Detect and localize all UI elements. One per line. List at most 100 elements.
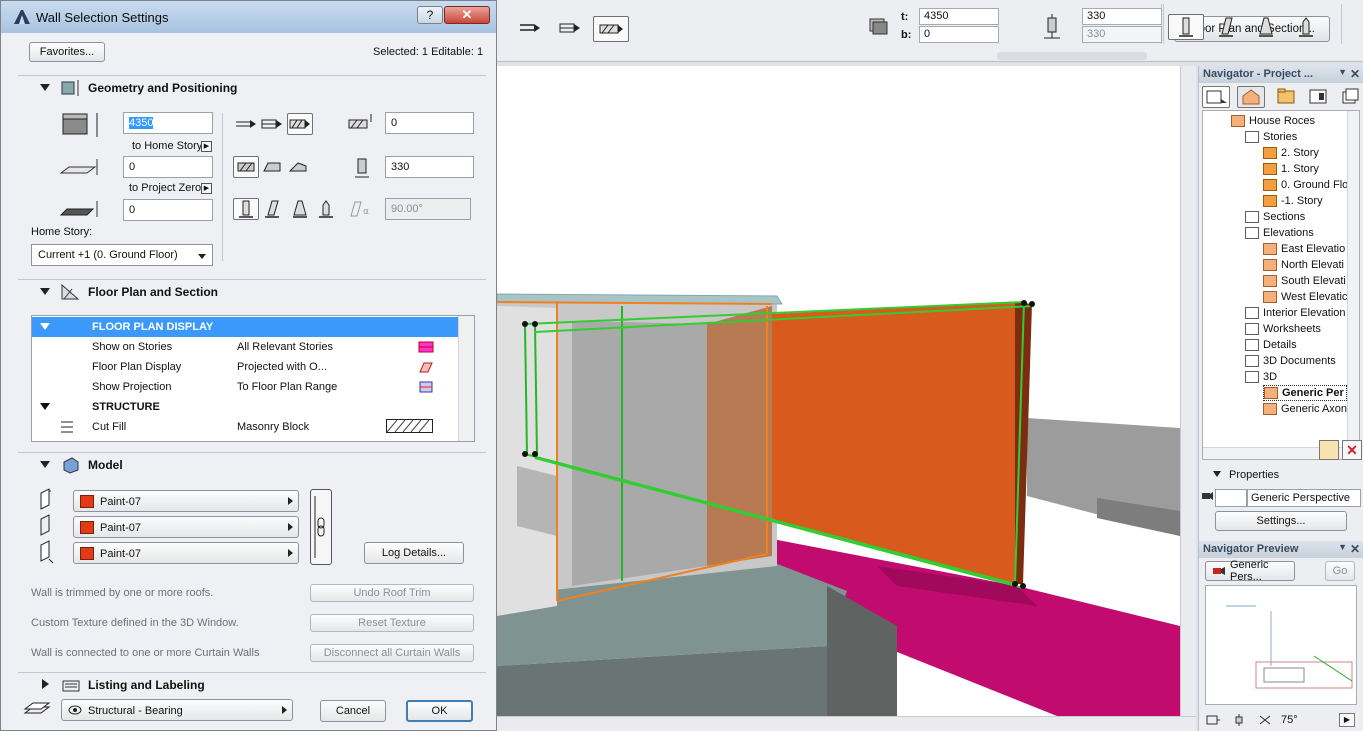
project-map-tree[interactable]: House Roces Stories 2. Story 1. Story 0.… [1202, 110, 1360, 460]
viewport-horizontal-scrollbar[interactable] [497, 716, 1196, 731]
table-row[interactable]: Show Projection To Floor Plan Range [32, 377, 458, 397]
table-row[interactable]: FLOOR PLAN DISPLAY [32, 317, 458, 337]
3d-viewport[interactable] [497, 66, 1180, 716]
table-row[interactable]: Show on Stories All Relevant Stories [32, 337, 458, 357]
structure-vertical-icon[interactable] [1168, 14, 1204, 40]
structure-double-slanted-icon[interactable] [1248, 14, 1284, 40]
cancel-button[interactable]: Cancel [320, 700, 386, 722]
tree-node-elevations[interactable]: Elevations [1245, 225, 1314, 241]
paint-dropdown-opposite[interactable]: Paint-07 [73, 542, 299, 564]
tree-node-elevation[interactable]: West Elevatic [1263, 289, 1347, 305]
collapse-triangle-icon[interactable] [40, 84, 50, 91]
table-row[interactable]: STRUCTURE [32, 397, 458, 417]
help-button[interactable]: ? [417, 6, 443, 24]
camera-angle-icon[interactable] [1257, 713, 1273, 727]
new-view-icon[interactable] [1319, 440, 1339, 460]
ref-line-chain-icon[interactable] [259, 113, 285, 135]
tree-node-story[interactable]: 0. Ground Flo [1263, 177, 1348, 193]
tree-node-elevation[interactable]: South Elevati [1263, 273, 1346, 289]
wall-slanted-icon[interactable] [259, 198, 285, 220]
exposure-icon[interactable] [1231, 713, 1247, 727]
collapse-triangle-icon[interactable] [40, 461, 50, 468]
ref-offset-input[interactable]: 0 [385, 112, 474, 134]
play-icon[interactable]: ▶ [1339, 713, 1355, 727]
table-scrollbar[interactable] [458, 316, 474, 441]
geometry-method-rect-icon[interactable] [593, 16, 629, 42]
tree-node-details[interactable]: Details [1245, 337, 1297, 353]
wall-skin-trapezoid-icon[interactable] [259, 156, 285, 178]
tree-node-3d[interactable]: 3D [1245, 369, 1277, 385]
geometry-method-straight-icon[interactable] [512, 15, 548, 41]
delete-view-icon[interactable]: ✕ [1342, 440, 1362, 460]
wall-profile-icon[interactable] [313, 198, 339, 220]
paint-dropdown-edge[interactable]: Paint-07 [73, 516, 299, 538]
dialog-titlebar[interactable]: Wall Selection Settings ? ✕ [1, 1, 496, 33]
top-height-field[interactable]: 4350 [919, 8, 999, 25]
toolbar-scrollbar[interactable] [997, 52, 1147, 60]
layer-dropdown[interactable]: Structural - Bearing [61, 699, 293, 721]
project-map-icon[interactable] [1237, 86, 1265, 108]
section-model[interactable]: Model [18, 452, 486, 476]
tree-node-generic-perspective[interactable]: Generic Per [1263, 385, 1347, 401]
tree-node-3d-documents[interactable]: 3D Documents [1245, 353, 1336, 369]
collapse-triangle-icon[interactable] [40, 288, 50, 295]
wall-skin-full-icon[interactable] [233, 156, 259, 178]
expand-triangle-icon[interactable] [42, 679, 49, 689]
ref-line-rect-icon[interactable] [287, 113, 313, 135]
navigator-preview-canvas[interactable] [1205, 585, 1357, 705]
tree-node-story[interactable]: 1. Story [1263, 161, 1319, 177]
section-listing-labeling[interactable]: Listing and Labeling [18, 672, 486, 696]
tree-node-story[interactable]: -1. Story [1263, 193, 1323, 209]
navigator-popup-icon[interactable] [1202, 86, 1230, 108]
bottom-height-field[interactable]: 0 [919, 26, 999, 43]
navigator-title[interactable]: Navigator - Project ... ▼ ✕ [1199, 66, 1363, 83]
section-floor-plan[interactable]: Floor Plan and Section [18, 279, 486, 303]
view-name-input[interactable]: Generic Perspective [1247, 489, 1361, 507]
zoom-icon[interactable] [1205, 713, 1221, 727]
publisher-sets-icon[interactable] [1339, 86, 1361, 108]
wall-double-slanted-icon[interactable] [287, 198, 313, 220]
project-zero-arrow-icon[interactable]: ▶ [201, 183, 212, 194]
top-height-input[interactable]: 4350 [123, 112, 213, 134]
viewport-vertical-scrollbar[interactable] [1180, 66, 1196, 716]
wall-skin-polygon-icon[interactable] [285, 156, 311, 178]
settings-button[interactable]: Settings... [1215, 511, 1347, 531]
tree-node-interior-elevation[interactable]: Interior Elevation [1245, 305, 1346, 321]
chain-link-button[interactable] [310, 489, 332, 565]
home-story-dropdown[interactable]: Current +1 (0. Ground Floor) [31, 244, 213, 266]
layout-book-icon[interactable] [1307, 86, 1329, 108]
structure-profile-icon[interactable] [1288, 14, 1324, 40]
navigator-close-icon[interactable]: ✕ [1350, 67, 1360, 81]
ok-button[interactable]: OK [406, 700, 473, 722]
view-id-input[interactable] [1215, 489, 1247, 507]
ref-line-straight-icon[interactable] [233, 113, 259, 135]
tree-node-story[interactable]: 2. Story [1263, 145, 1319, 161]
properties-collapse-icon[interactable] [1213, 471, 1221, 477]
paint-dropdown-reference[interactable]: Paint-07 [73, 490, 299, 512]
navigator-preview-title[interactable]: Navigator Preview ▼ ✕ [1199, 541, 1363, 558]
tree-node-sections[interactable]: Sections [1245, 209, 1305, 225]
log-details-button[interactable]: Log Details... [364, 542, 464, 564]
tree-node-elevation[interactable]: East Elevatio [1263, 241, 1345, 257]
tree-node-generic-axon[interactable]: Generic Axon [1263, 401, 1347, 417]
table-row[interactable]: Cut Fill Masonry Block [32, 417, 458, 437]
geometry-method-chained-icon[interactable] [552, 15, 588, 41]
offset-input[interactable]: 0 [123, 199, 213, 221]
bottom-height-input[interactable]: 0 [123, 156, 213, 178]
tree-vertical-scrollbar[interactable] [1347, 111, 1359, 459]
home-story-arrow-icon[interactable]: ▶ [201, 141, 212, 152]
tree-node-worksheets[interactable]: Worksheets [1245, 321, 1321, 337]
preview-view-button[interactable]: Generic Pers... [1205, 559, 1295, 583]
thickness-input[interactable]: 330 [385, 156, 474, 178]
structure-slanted-icon[interactable] [1208, 14, 1244, 40]
tree-node-project[interactable]: House Roces [1231, 113, 1315, 129]
thickness-field[interactable]: 330 [1082, 8, 1162, 25]
floor-plan-property-table[interactable]: FLOOR PLAN DISPLAY Show on Stories All Re… [31, 315, 475, 442]
tree-node-elevation[interactable]: North Elevati [1263, 257, 1344, 273]
view-map-icon[interactable] [1275, 86, 1297, 108]
tree-node-stories[interactable]: Stories [1245, 129, 1297, 145]
section-geometry-positioning[interactable]: Geometry and Positioning [18, 75, 486, 99]
close-button[interactable]: ✕ [444, 6, 490, 24]
favorites-button[interactable]: Favorites... [29, 42, 105, 62]
wall-vertical-icon[interactable] [233, 198, 259, 220]
